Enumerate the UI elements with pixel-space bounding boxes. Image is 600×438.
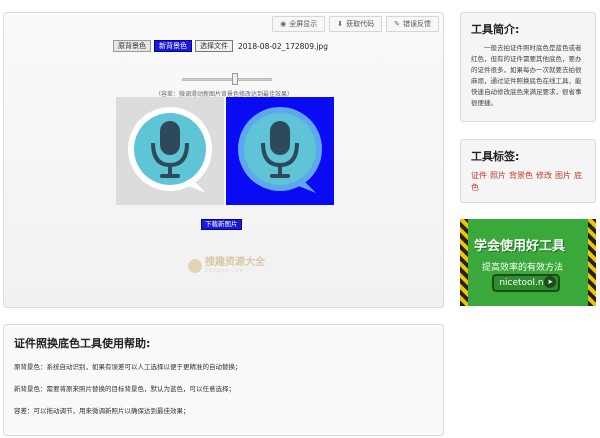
tool-intro-box: 工具简介: 一般去拍证件照时底色是蓝色或者红色，但有的证件需要其他底色，要办的证… <box>460 12 596 122</box>
tag-link[interactable]: 修改 <box>536 171 552 180</box>
new-bg-color-button[interactable]: 新背景色 <box>154 40 192 52</box>
original-bg-color-button[interactable]: 原背景色 <box>113 40 151 52</box>
help-panel: 证件照换底色工具使用帮助: 原背景色：系统自动识别，如果有误差可以人工选择以便于… <box>3 324 444 436</box>
microphone-icon-new <box>238 107 322 193</box>
ad-title: 学会使用好工具 <box>474 239 566 254</box>
eye-icon: ◉ <box>280 20 287 28</box>
tag-link[interactable]: 背景色 <box>509 171 533 180</box>
tags-title: 工具标签: <box>471 150 520 163</box>
help-title: 证件照换底色工具使用帮助: <box>14 337 151 350</box>
intro-text: 一般去拍证件照时底色是蓝色或者红色，但有的证件需要其他底色，要办的证件很多，如果… <box>471 44 582 107</box>
ad-banner[interactable]: 学会使用好工具 提高效率的有效方法 nicetool.net ➤ <box>460 219 596 306</box>
ad-stripe-right <box>588 219 596 306</box>
tag-link[interactable]: 证件 <box>471 171 487 180</box>
help-line: 容差：可以拖动调节，用来微调新照片以确保达到最佳效果； <box>14 407 190 415</box>
tolerance-slider-track[interactable] <box>182 78 272 81</box>
color-controls: 原背景色 新背景色 选择文件 2018-08-02_172809.jpg <box>113 40 328 52</box>
intro-title: 工具简介: <box>471 23 520 36</box>
ad-subtitle: 提高效率的有效方法 <box>482 263 564 273</box>
ad-stripe-left <box>460 219 468 306</box>
report-error-label: 错误反馈 <box>403 20 431 28</box>
tag-link[interactable]: 照片 <box>490 171 506 180</box>
tool-tags-box: 工具标签: 证件 照片 背景色 修改 图片 底色 <box>460 139 596 203</box>
help-line: 原背景色：系统自动识别，如果有误差可以人工选择以便于更精准的自动替换； <box>14 363 242 371</box>
download-icon: ⬇ <box>337 20 344 28</box>
download-new-image-button[interactable]: 下载新图片 <box>201 219 242 230</box>
tag-link[interactable]: 图片 <box>555 171 571 180</box>
edit-icon: ✎ <box>394 20 400 28</box>
cursor-icon: ➤ <box>544 276 556 288</box>
watermark-subtext: ZHUOJIU.COM <box>205 268 244 273</box>
fullscreen-button[interactable]: ◉ 全屏显示 <box>272 16 326 32</box>
help-line: 新背景色：需要将原来照片替换的目标背景色，默认为蓝色，可以任意选择； <box>14 385 235 393</box>
toolbar: ◉ 全屏显示 ⬇ 获取代码 ✎ 错误反馈 <box>272 16 439 32</box>
tolerance-slider-thumb[interactable] <box>232 73 238 85</box>
new-image <box>226 97 334 205</box>
get-code-button[interactable]: ⬇ 获取代码 <box>329 16 383 32</box>
watermark-logo-icon <box>188 258 202 273</box>
choose-file-button[interactable]: 选择文件 <box>195 40 233 52</box>
watermark: 搜趣资源大全 ZHUOJIU.COM <box>188 258 265 273</box>
fullscreen-label: 全屏显示 <box>289 20 318 28</box>
get-code-label: 获取代码 <box>346 20 375 28</box>
microphone-icon <box>128 107 212 193</box>
file-name: 2018-08-02_172809.jpg <box>238 41 328 51</box>
original-image <box>116 97 224 205</box>
watermark-text: 搜趣资源大全 <box>205 257 265 268</box>
report-error-button[interactable]: ✎ 错误反馈 <box>386 16 439 32</box>
tag-list: 证件 照片 背景色 修改 图片 底色 <box>471 170 585 194</box>
